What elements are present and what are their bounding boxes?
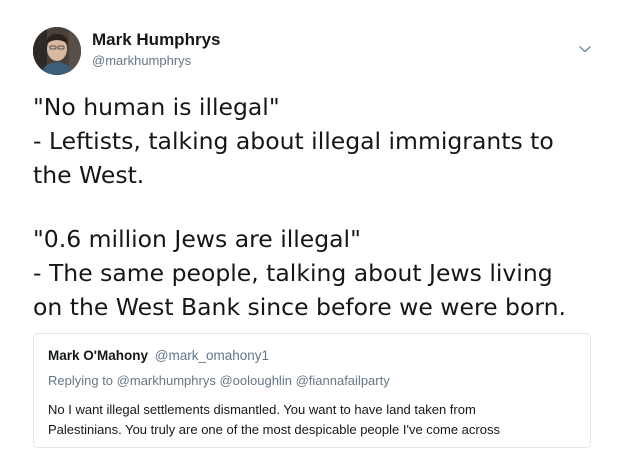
mention-link[interactable]: @ooloughlin	[219, 373, 291, 388]
tweet-card: Mark Humphrys @markhumphrys "No human is…	[0, 0, 620, 457]
tweet-line: the West.	[33, 161, 145, 189]
quoted-author-handle: @mark_omahony1	[154, 348, 270, 363]
mention-link[interactable]: @fiannafailparty	[296, 373, 390, 388]
author-name[interactable]: Mark Humphrys	[92, 30, 220, 50]
tweet-line: - The same people, talking about Jews li…	[33, 259, 553, 287]
quoted-line: Palestinians. You truly are one of the m…	[48, 422, 500, 437]
quoted-line: No I want illegal settlements dismantled…	[48, 402, 476, 417]
tweet-line: on the West Bank since before we were bo…	[33, 293, 566, 321]
author-handle[interactable]: @markhumphrys	[92, 53, 191, 68]
quoted-tweet-header: Mark O'Mahony @mark_omahony1	[48, 348, 269, 363]
replying-to: Replying to @markhumphrys @ooloughlin @f…	[48, 373, 390, 388]
quoted-tweet[interactable]: Mark O'Mahony @mark_omahony1 Replying to…	[33, 333, 591, 448]
tweet-line: "No human is illegal"	[33, 93, 280, 121]
replying-to-label: Replying to	[48, 373, 114, 388]
tweet-line: "0.6 million Jews are illegal"	[33, 225, 361, 253]
chevron-down-icon[interactable]	[576, 40, 594, 58]
mention-link[interactable]: @markhumphrys	[117, 373, 216, 388]
quoted-tweet-text: No I want illegal settlements dismantled…	[48, 400, 578, 440]
profile-photo-icon	[33, 27, 81, 75]
tweet-text: "No human is illegal" - Leftists, talkin…	[33, 90, 593, 324]
author-avatar[interactable]	[33, 27, 81, 75]
quoted-author-name: Mark O'Mahony	[48, 348, 148, 363]
tweet-line: - Leftists, talking about illegal immigr…	[33, 127, 554, 155]
